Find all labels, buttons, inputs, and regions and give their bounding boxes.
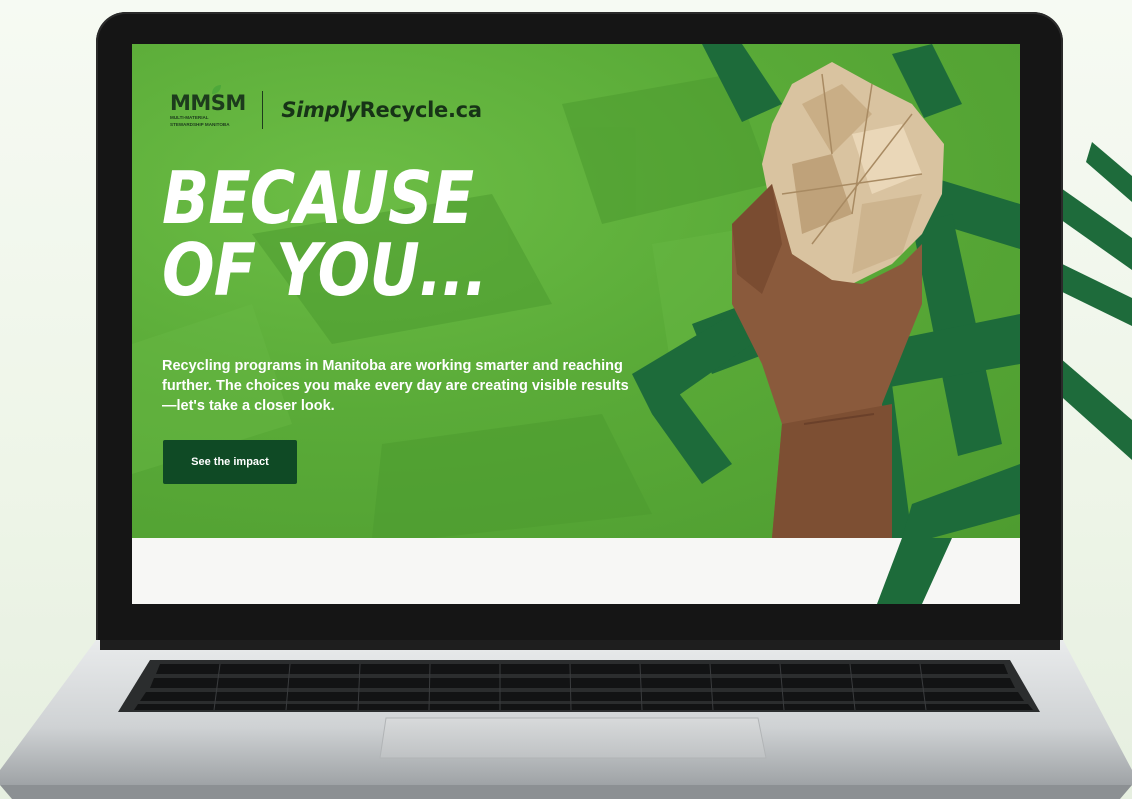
mmsm-logo: MMSM MULTI-MATERIAL STEWARDSHIP MANITOBA [170, 91, 246, 128]
logo-divider [261, 91, 264, 129]
hero-body-text: Recycling programs in Manitoba are worki… [162, 358, 629, 414]
hero-section: MMSM MULTI-MATERIAL STEWARDSHIP MANITOBA… [132, 44, 1020, 538]
hand-holding-paper-image [732, 62, 944, 538]
brush-stroke-decoration [877, 538, 952, 604]
laptop-base [0, 640, 1132, 799]
site-logo-italic: Simply [281, 98, 360, 122]
mmsm-logo-subtitle: MULTI-MATERIAL [170, 115, 209, 120]
laptop-screen: MMSM MULTI-MATERIAL STEWARDSHIP MANITOBA… [132, 44, 1020, 604]
hero-headline-line2: OF YOU... [162, 228, 488, 312]
trackpad [379, 717, 767, 759]
hero-headline-line1: BECAUSE [162, 156, 474, 240]
site-logo-rest: Recycle.ca [359, 98, 482, 122]
hero-headline: BECAUSE OF YOU... [162, 162, 609, 306]
site-logo: SimplyRecycle.ca [281, 98, 482, 122]
mmsm-logo-text: MMSM [170, 91, 246, 115]
mmsm-logo-subtitle-2: STEWARDSHIP MANITOBA [170, 122, 230, 127]
brand-logo-row[interactable]: MMSM MULTI-MATERIAL STEWARDSHIP MANITOBA… [170, 85, 482, 130]
leaf-icon [212, 85, 221, 94]
see-the-impact-button[interactable]: See the impact [163, 440, 297, 484]
